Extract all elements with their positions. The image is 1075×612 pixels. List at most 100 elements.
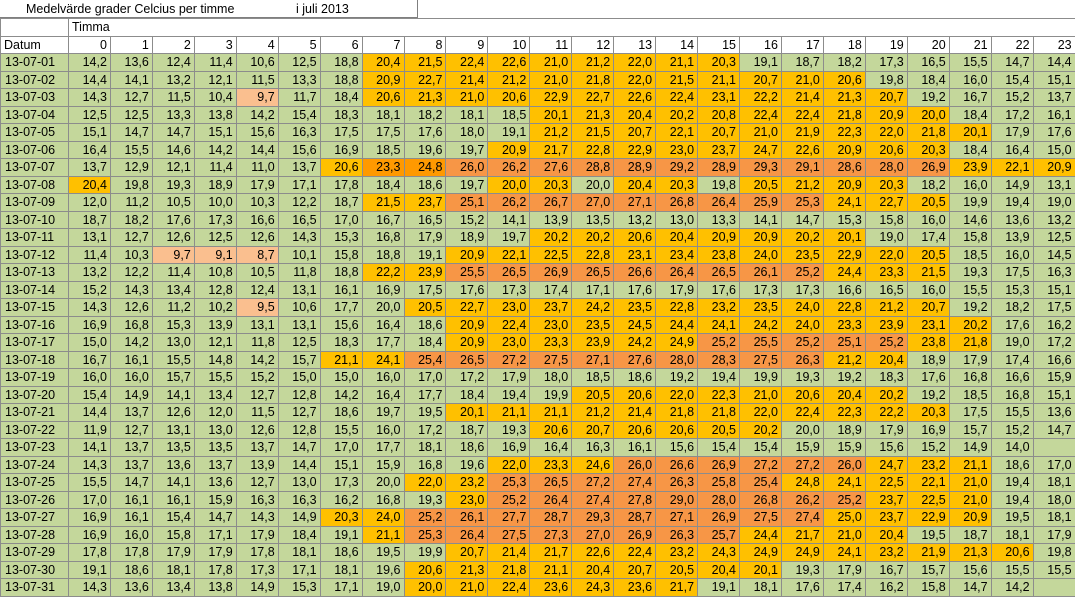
temperature-cell[interactable]: 24,0: [361, 508, 405, 527]
temperature-cell[interactable]: 21,1: [529, 560, 573, 579]
temperature-cell[interactable]: 13,3: [151, 105, 195, 124]
temperature-cell[interactable]: 27,5: [739, 508, 782, 527]
temperature-cell[interactable]: 17,9: [151, 543, 195, 562]
temperature-cell[interactable]: 22,9: [529, 88, 573, 107]
temperature-cell[interactable]: 22,3: [822, 123, 866, 142]
temperature-cell[interactable]: 19,5: [403, 403, 447, 422]
temperature-cell[interactable]: 16,6: [822, 280, 866, 299]
temperature-cell[interactable]: 13,6: [193, 473, 237, 492]
temperature-cell[interactable]: 17,3: [739, 280, 782, 299]
temperature-cell[interactable]: 19,2: [906, 385, 950, 404]
date-cell[interactable]: 13-07-03: [0, 88, 69, 107]
temperature-cell[interactable]: 18,2: [403, 105, 447, 124]
temperature-cell[interactable]: 10,5: [235, 263, 279, 282]
temperature-cell[interactable]: 22,0: [613, 53, 657, 72]
temperature-cell[interactable]: 28,9: [613, 158, 657, 177]
temperature-cell[interactable]: 18,2: [990, 298, 1034, 317]
temperature-cell[interactable]: 22,9: [822, 245, 866, 264]
temperature-cell[interactable]: 18,1: [445, 105, 489, 124]
temperature-cell[interactable]: 19,7: [487, 228, 531, 247]
temperature-cell[interactable]: 12,0: [68, 193, 111, 212]
temperature-cell[interactable]: 19,9: [529, 385, 573, 404]
temperature-cell[interactable]: 19,7: [445, 140, 489, 159]
date-cell[interactable]: 13-07-14: [0, 280, 69, 299]
temperature-cell[interactable]: 21,0: [822, 525, 866, 544]
hour-header-cell[interactable]: 23: [1032, 35, 1075, 54]
temperature-cell[interactable]: 17,0: [68, 490, 111, 509]
date-cell[interactable]: 13-07-01: [0, 53, 69, 72]
temperature-cell[interactable]: 15,7: [906, 560, 950, 579]
temperature-cell[interactable]: 14,3: [235, 508, 279, 527]
temperature-cell[interactable]: 14,7: [277, 438, 321, 457]
temperature-cell[interactable]: 27,2: [571, 473, 615, 492]
temperature-cell[interactable]: [1032, 438, 1075, 457]
date-cell[interactable]: 13-07-26: [0, 490, 69, 509]
temperature-cell[interactable]: 21,5: [361, 193, 405, 212]
temperature-cell[interactable]: 20,6: [780, 385, 824, 404]
date-cell[interactable]: 13-07-15: [0, 298, 69, 317]
temperature-cell[interactable]: 17,6: [906, 368, 950, 387]
temperature-cell[interactable]: 12,2: [277, 193, 321, 212]
hour-header-cell[interactable]: 3: [193, 35, 237, 54]
temperature-cell[interactable]: 21,8: [697, 403, 740, 422]
temperature-cell[interactable]: 13,8: [193, 578, 237, 597]
temperature-cell[interactable]: 20,9: [822, 175, 866, 194]
hour-header-cell[interactable]: 17: [780, 35, 824, 54]
temperature-cell[interactable]: 22,7: [571, 88, 615, 107]
temperature-cell[interactable]: 15,9: [193, 490, 237, 509]
temperature-cell[interactable]: 13,1: [68, 228, 111, 247]
temperature-cell[interactable]: 17,2: [403, 420, 447, 439]
temperature-cell[interactable]: 14,1: [739, 210, 782, 229]
temperature-cell[interactable]: 20,0: [571, 175, 615, 194]
temperature-cell[interactable]: 20,5: [403, 298, 447, 317]
temperature-cell[interactable]: 17,0: [319, 210, 363, 229]
temperature-cell[interactable]: 23,2: [697, 298, 740, 317]
temperature-cell[interactable]: 17,6: [445, 280, 489, 299]
temperature-cell[interactable]: 20,3: [319, 508, 363, 527]
hour-header-cell[interactable]: 13: [613, 35, 657, 54]
temperature-cell[interactable]: 24,0: [780, 298, 824, 317]
date-cell[interactable]: 13-07-31: [0, 578, 69, 597]
temperature-cell[interactable]: 21,1: [487, 403, 531, 422]
date-cell[interactable]: 13-07-13: [0, 263, 69, 282]
temperature-cell[interactable]: 13,1: [277, 280, 321, 299]
temperature-cell[interactable]: 18,9: [445, 228, 489, 247]
temperature-cell[interactable]: 19,5: [906, 525, 950, 544]
temperature-cell[interactable]: 13,6: [151, 455, 195, 474]
hour-header-cell[interactable]: 10: [487, 35, 531, 54]
temperature-cell[interactable]: 20,4: [361, 53, 405, 72]
temperature-cell[interactable]: 9,7: [151, 245, 195, 264]
temperature-cell[interactable]: 11,8: [277, 263, 321, 282]
temperature-cell[interactable]: 18,6: [109, 560, 153, 579]
temperature-cell[interactable]: 18,5: [948, 385, 992, 404]
temperature-cell[interactable]: 18,5: [487, 105, 531, 124]
temperature-cell[interactable]: 18,4: [948, 105, 992, 124]
temperature-cell[interactable]: 14,7: [109, 473, 153, 492]
temperature-cell[interactable]: 26,5: [697, 263, 740, 282]
temperature-cell[interactable]: 20,3: [906, 403, 950, 422]
temperature-cell[interactable]: 19,8: [697, 175, 740, 194]
temperature-cell[interactable]: 16,6: [1032, 350, 1075, 369]
temperature-cell[interactable]: 16,0: [109, 368, 153, 387]
temperature-cell[interactable]: 21,2: [529, 123, 573, 142]
temperature-cell[interactable]: 20,4: [697, 560, 740, 579]
temperature-cell[interactable]: 25,3: [780, 193, 824, 212]
temperature-cell[interactable]: 22,4: [780, 403, 824, 422]
temperature-cell[interactable]: 18,6: [990, 455, 1034, 474]
temperature-cell[interactable]: 21,2: [487, 70, 531, 89]
temperature-cell[interactable]: 20,2: [571, 228, 615, 247]
temperature-cell[interactable]: 15,7: [151, 368, 195, 387]
temperature-cell[interactable]: 15,7: [277, 350, 321, 369]
temperature-cell[interactable]: 14,6: [151, 140, 195, 159]
temperature-cell[interactable]: 23,9: [948, 158, 992, 177]
temperature-cell[interactable]: 25,8: [697, 473, 740, 492]
temperature-cell[interactable]: 11,4: [193, 53, 237, 72]
temperature-cell[interactable]: 17,8: [193, 560, 237, 579]
temperature-cell[interactable]: 22,8: [571, 245, 615, 264]
temperature-cell[interactable]: 17,3: [193, 210, 237, 229]
temperature-cell[interactable]: 14,7: [1032, 420, 1075, 439]
temperature-cell[interactable]: 22,2: [864, 403, 908, 422]
temperature-cell[interactable]: 12,4: [235, 280, 279, 299]
temperature-cell[interactable]: 21,8: [571, 70, 615, 89]
temperature-cell[interactable]: 21,1: [948, 455, 992, 474]
